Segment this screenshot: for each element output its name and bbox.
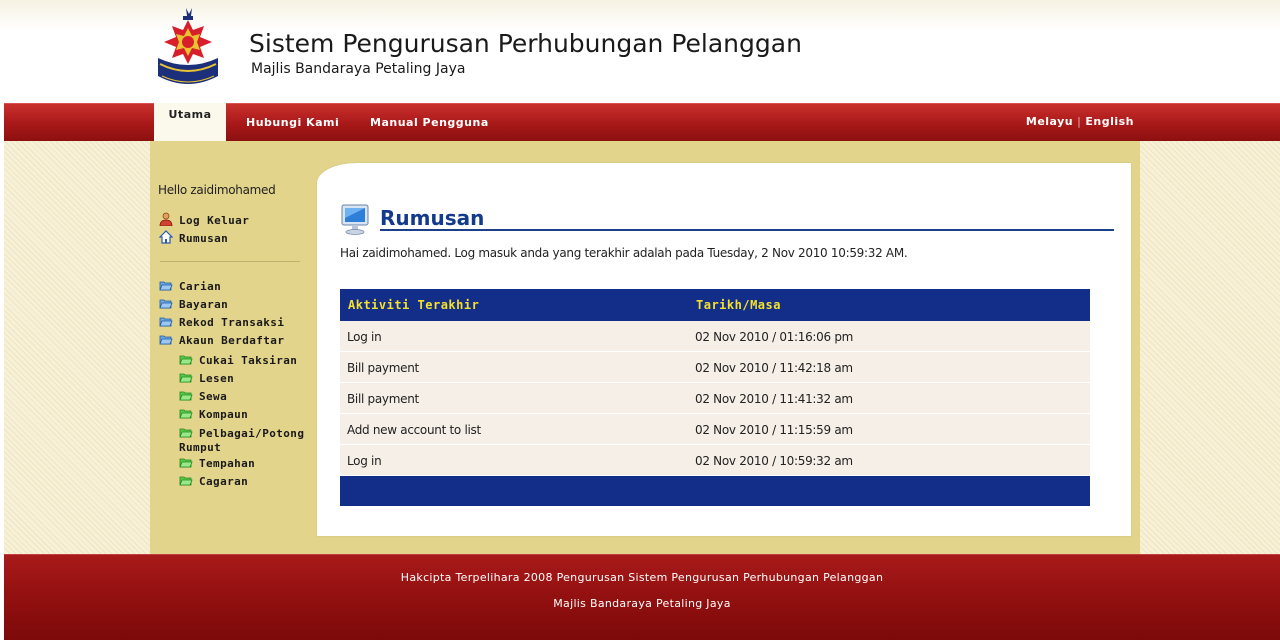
- column-header-datetime: Tarikh/Masa: [696, 298, 781, 312]
- nav-tab-hubungi-kami[interactable]: Hubungi Kami: [246, 104, 339, 142]
- datetime-cell: 02 Nov 2010 / 11:15:59 am: [695, 423, 853, 437]
- folder-open-icon: [159, 335, 173, 345]
- sidebar-sublink-cagaran[interactable]: Cagaran: [179, 473, 248, 489]
- site-subtitle: Majlis Bandaraya Petaling Jaya: [251, 61, 466, 77]
- folder-open-icon: [159, 299, 173, 309]
- last-login-message: Hai zaidimohamed. Log masuk anda yang te…: [340, 246, 908, 260]
- sidebar-link-rekod-transaksi[interactable]: Rekod Transaksi: [159, 314, 284, 330]
- folder-open-green-icon: [179, 458, 193, 468]
- footer-copyright: Hakcipta Terpelihara 2008 Pengurusan Sis…: [400, 571, 884, 584]
- site-title: Sistem Pengurusan Perhubungan Pelanggan: [249, 29, 802, 58]
- activity-cell: Log in: [347, 330, 382, 344]
- sidebar-sublink-label: Cagaran: [199, 475, 249, 488]
- page-title: Rumusan: [380, 206, 485, 230]
- sidebar-link-log-keluar[interactable]: Log Keluar: [159, 212, 249, 228]
- sidebar-link-bayaran[interactable]: Bayaran: [159, 296, 228, 312]
- folder-open-green-icon: [179, 428, 193, 438]
- sidebar-sublink-label: Kompaun: [199, 408, 249, 421]
- activity-cell: Bill payment: [347, 361, 419, 375]
- sidebar-sublink-label: Lesen: [199, 372, 235, 385]
- nav-tab-utama[interactable]: Utama: [154, 103, 226, 141]
- folder-open-icon: [159, 281, 173, 291]
- table-row: Log in 02 Nov 2010 / 10:59:32 am: [340, 445, 1090, 476]
- user-icon: [159, 212, 173, 226]
- sidebar-link-label: Rumusan: [179, 232, 229, 245]
- table-row: Bill payment 02 Nov 2010 / 11:41:32 am: [340, 383, 1090, 414]
- sidebar-sublink-lesen[interactable]: Lesen: [179, 370, 234, 386]
- footer-organization: Majlis Bandaraya Petaling Jaya: [553, 597, 731, 610]
- activity-cell: Log in: [347, 454, 382, 468]
- datetime-cell: 02 Nov 2010 / 11:41:32 am: [695, 392, 853, 406]
- folder-open-green-icon: [179, 373, 193, 383]
- mbpj-logo-icon: [158, 8, 218, 84]
- activity-cell: Add new account to list: [347, 423, 481, 437]
- lang-separator: |: [1077, 115, 1082, 128]
- sidebar-link-label: Log Keluar: [179, 214, 250, 227]
- sidebar-link-label: Carian: [179, 280, 222, 293]
- sidebar-sublink-tempahan[interactable]: Tempahan: [179, 455, 255, 471]
- lang-melayu-link[interactable]: Melayu: [1026, 115, 1073, 128]
- folder-open-icon: [159, 317, 173, 327]
- activity-cell: Bill payment: [347, 392, 419, 406]
- greeting-user: Hello zaidimohamed: [158, 183, 276, 197]
- sidebar-sublink-label: Tempahan: [199, 457, 256, 470]
- folder-open-green-icon: [179, 391, 193, 401]
- monitor-icon: [341, 204, 369, 235]
- sidebar-sublink-label: Cukai Taksiran: [199, 354, 298, 367]
- sidebar-sublink-sewa[interactable]: Sewa: [179, 388, 227, 404]
- recent-activity-table: Aktiviti Terakhir Tarikh/Masa Log in 02 …: [340, 289, 1090, 506]
- sidebar-link-akaun-berdaftar[interactable]: Akaun Berdaftar: [159, 332, 284, 348]
- datetime-cell: 02 Nov 2010 / 01:16:06 pm: [695, 330, 854, 344]
- lang-english-link[interactable]: English: [1085, 115, 1134, 128]
- sidebar-link-rumusan[interactable]: Rumusan: [159, 230, 228, 246]
- table-row: Log in 02 Nov 2010 / 01:16:06 pm: [340, 321, 1090, 352]
- sidebar-sublink-cukai-taksiran[interactable]: Cukai Taksiran: [179, 352, 297, 368]
- sidebar-link-carian[interactable]: Carian: [159, 278, 221, 294]
- datetime-cell: 02 Nov 2010 / 11:42:18 am: [695, 361, 853, 375]
- title-underline: [380, 229, 1114, 231]
- nav-tab-manual-pengguna[interactable]: Manual Pengguna: [370, 104, 489, 142]
- sidebar-sublink-kompaun[interactable]: Kompaun: [179, 406, 248, 422]
- home-icon: [159, 230, 173, 244]
- sidebar-sublink-label: Pelbagai/Potong: [199, 427, 305, 440]
- table-header: Aktiviti Terakhir Tarikh/Masa: [340, 289, 1090, 321]
- folder-open-green-icon: [179, 476, 193, 486]
- table-row: Bill payment 02 Nov 2010 / 11:42:18 am: [340, 352, 1090, 383]
- sidebar-link-label: Bayaran: [179, 298, 229, 311]
- sidebar-link-label: Rekod Transaksi: [179, 316, 285, 329]
- table-row: Add new account to list 02 Nov 2010 / 11…: [340, 414, 1090, 445]
- column-header-activity: Aktiviti Terakhir: [348, 298, 480, 312]
- sidebar-sublink-label: Sewa: [199, 390, 228, 403]
- datetime-cell: 02 Nov 2010 / 10:59:32 am: [695, 454, 853, 468]
- table-footer: [340, 476, 1090, 506]
- sidebar-sublink-pelbagai-potong-rumput[interactable]: Pelbagai/Potong Rumput: [179, 425, 313, 455]
- sidebar-link-label: Akaun Berdaftar: [179, 334, 285, 347]
- sidebar-divider: [160, 261, 300, 262]
- folder-open-green-icon: [179, 409, 193, 419]
- header: Sistem Pengurusan Perhubungan Pelanggan …: [0, 0, 1280, 103]
- language-switcher: Melayu | English: [1026, 103, 1134, 141]
- sidebar-sublink-label-line2: Rumput: [179, 441, 222, 454]
- folder-open-green-icon: [179, 355, 193, 365]
